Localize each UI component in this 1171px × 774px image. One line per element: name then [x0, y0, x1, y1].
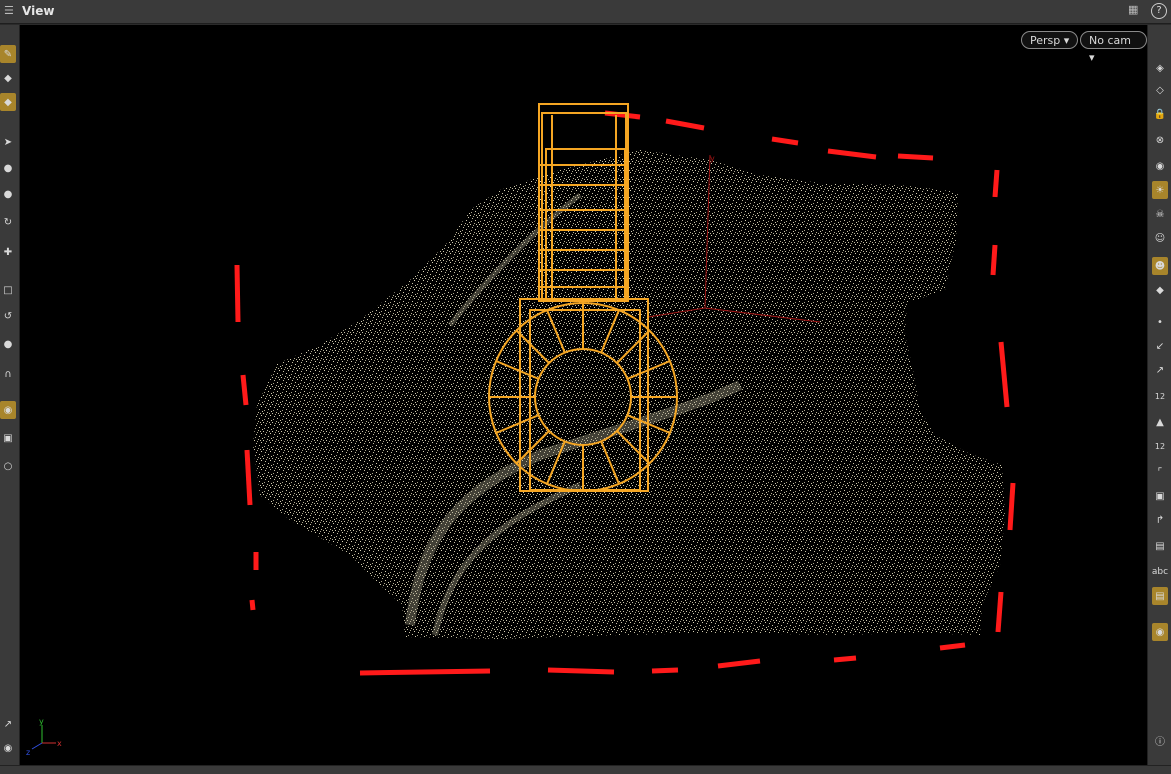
info-icon[interactable]: ⓘ — [1152, 731, 1168, 749]
3d-viewport[interactable]: y y x z Persp ▾ No cam ▾ — [20, 25, 1147, 765]
gizmo-z-label: z — [26, 748, 30, 757]
pose-icon[interactable]: ↺ — [0, 307, 16, 325]
pane-header: ☰ View ▦ ? — [0, 0, 1171, 24]
ghost-icon[interactable]: ⊗ — [1152, 131, 1168, 149]
drag-icon[interactable]: ● — [0, 185, 16, 203]
record-icon[interactable]: ◉ — [0, 739, 16, 757]
right-toolbar: ◈ ◇ 🔒 ⊗ ◉ ☀ ☠ ☺ ☻ ◆ • ↙ ↗ 12 ▲ 12 ⌜ ▣ ↱ … — [1147, 25, 1171, 765]
lock-icon[interactable]: 🔒 — [1152, 105, 1168, 123]
lasso-icon[interactable]: ● — [0, 159, 16, 177]
orientation-gizmo: y x z — [26, 717, 62, 757]
pane-menu-icon[interactable]: ☰ — [4, 4, 18, 18]
paint-icon[interactable]: ● — [0, 335, 16, 353]
pin-icon[interactable]: ↗ — [0, 715, 16, 733]
magnet-icon[interactable]: ∩ — [0, 365, 16, 383]
text-tool[interactable]: abc — [1150, 563, 1170, 581]
handle-icon[interactable]: □ — [0, 281, 16, 299]
point-number-icon[interactable]: 12 — [1152, 387, 1168, 405]
pane-layout-icon[interactable]: ▦ — [1128, 3, 1144, 19]
chevron-down-icon: ▾ — [1089, 51, 1095, 64]
chevron-down-icon: ▾ — [1063, 34, 1070, 47]
origin-y-label: y — [710, 154, 715, 163]
rotate-icon[interactable]: ↻ — [0, 213, 16, 231]
skull-icon[interactable]: ☠ — [1152, 205, 1168, 223]
camera-view-label: Persp — [1030, 34, 1061, 47]
select-tool-icon[interactable]: ◆ — [0, 69, 16, 87]
normal-icon[interactable]: ↙ — [1152, 337, 1168, 355]
face-icon[interactable]: ☺ — [1152, 229, 1168, 247]
bbox-icon[interactable]: ▣ — [1152, 487, 1168, 505]
wireframe-icon[interactable]: ◇ — [1152, 81, 1168, 99]
select-brush-icon[interactable]: ✎ — [0, 45, 16, 63]
gizmo-y-label: y — [39, 717, 44, 726]
location-icon[interactable]: ◉ — [1152, 623, 1168, 641]
view-tool-icon[interactable]: ◉ — [0, 401, 16, 419]
edge-icon[interactable]: ↱ — [1152, 511, 1168, 529]
bottom-strip — [0, 765, 1171, 774]
pane-title: View — [22, 4, 55, 18]
prim-number-icon[interactable]: 12 — [1152, 437, 1168, 455]
edit-tool-icon[interactable]: ◆ — [0, 93, 16, 111]
camera-view-menu[interactable]: Persp ▾ — [1021, 31, 1079, 49]
gizmo-x-label: x — [57, 739, 62, 748]
help-icon[interactable]: ? — [1151, 3, 1167, 19]
prim-icon[interactable]: ▲ — [1152, 413, 1168, 431]
light-icon[interactable]: ☀ — [1152, 181, 1168, 199]
list-icon[interactable]: ▤ — [1152, 537, 1168, 555]
pointer-icon[interactable]: ➤ — [0, 133, 16, 151]
background-image-icon[interactable]: ▤ — [1152, 587, 1168, 605]
left-toolbar: ✎ ◆ ◆ ➤ ● ● ↻ ✚ □ ↺ ● ∩ ◉ ▣ ○ ↗ ◉ — [0, 25, 20, 765]
camera-face-icon[interactable]: ☻ — [1152, 257, 1168, 275]
point-icon[interactable]: • — [1152, 313, 1168, 331]
render-region-icon[interactable]: ▣ — [0, 429, 16, 447]
camera-menu[interactable]: No cam ▾ — [1080, 31, 1147, 64]
display-options-icon[interactable]: ◈ — [1152, 59, 1168, 77]
scale-icon[interactable]: ✚ — [0, 243, 16, 261]
snapshot-icon[interactable]: ○ — [0, 457, 16, 475]
camera-label: No cam — [1089, 34, 1131, 47]
vector-icon[interactable]: ↗ — [1152, 361, 1168, 379]
guide-icon[interactable]: ⌜ — [1152, 463, 1168, 481]
shading-icon[interactable]: ◉ — [1152, 157, 1168, 175]
tag-icon[interactable]: ◆ — [1152, 281, 1168, 299]
